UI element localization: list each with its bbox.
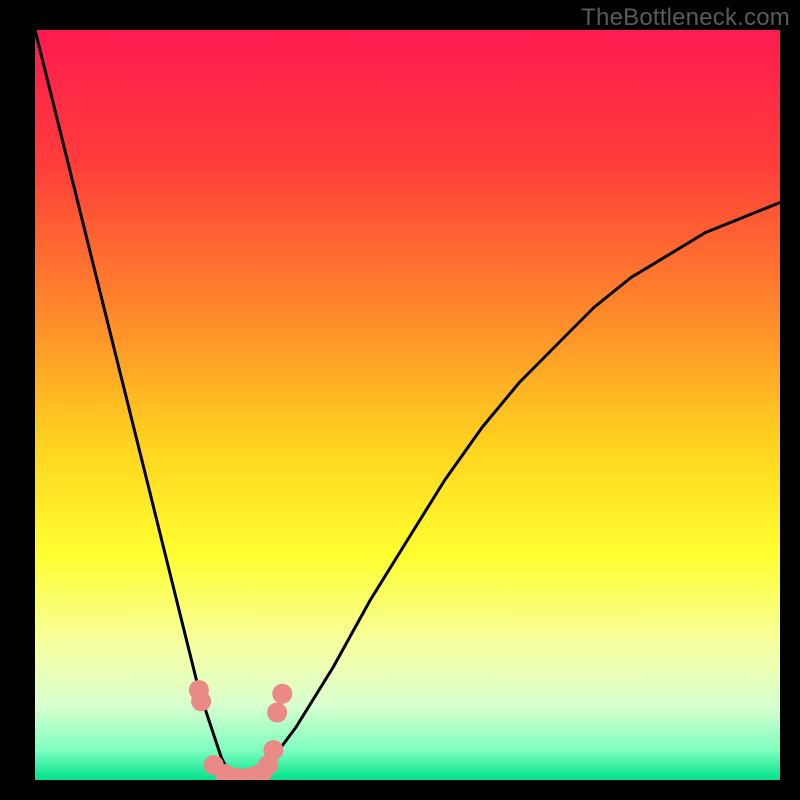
bottleneck-chart bbox=[0, 0, 800, 800]
chart-background bbox=[35, 30, 780, 780]
marker-sweet-spot-markers bbox=[272, 684, 292, 704]
marker-sweet-spot-markers bbox=[191, 691, 211, 711]
marker-sweet-spot-markers bbox=[263, 740, 283, 760]
watermark-text: TheBottleneck.com bbox=[581, 4, 790, 32]
marker-sweet-spot-markers bbox=[267, 703, 287, 723]
chart-frame: TheBottleneck.com bbox=[0, 0, 800, 800]
